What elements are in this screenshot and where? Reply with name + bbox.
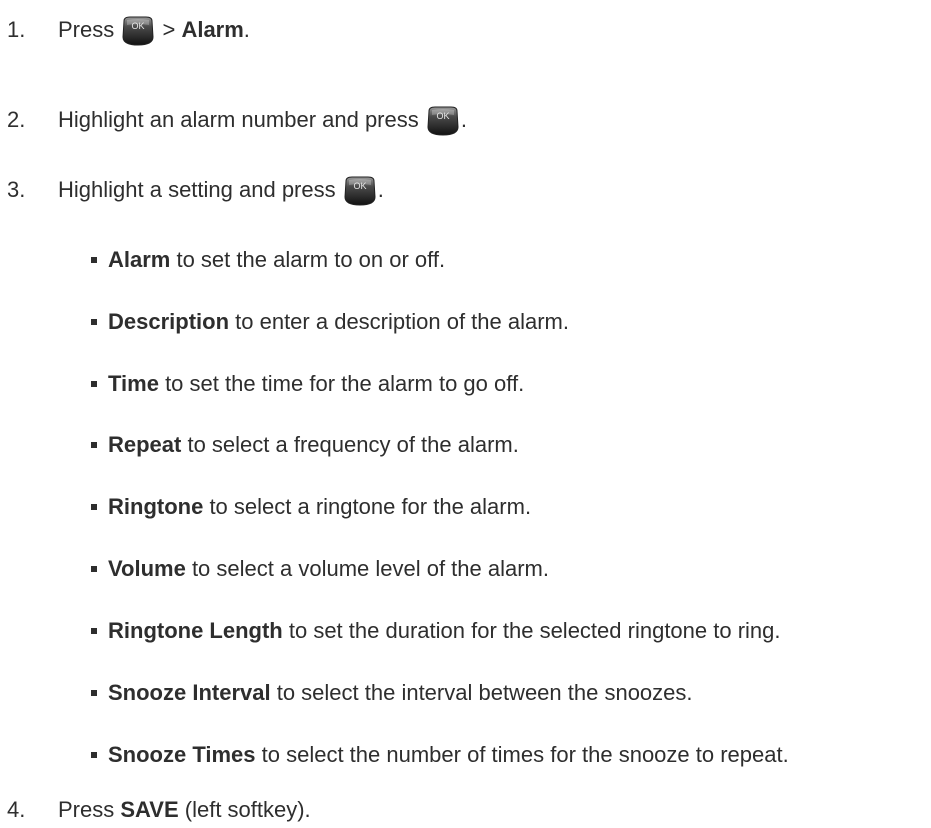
setting-desc: to enter a description of the alarm. <box>229 309 569 334</box>
punctuation: . <box>460 107 467 132</box>
setting-term: Volume <box>108 556 186 581</box>
softkey-save: SAVE <box>120 797 179 822</box>
ok-key-icon <box>342 175 378 207</box>
setting-desc: to set the time for the alarm to go off. <box>158 371 525 396</box>
setting-desc: to select the interval between the snooz… <box>270 680 693 705</box>
setting-term: Time <box>108 371 159 396</box>
step-number: 3. <box>7 177 26 202</box>
separator: > <box>156 17 182 42</box>
setting-desc: to select the number of times for the sn… <box>255 742 789 767</box>
setting-desc: to select a ringtone for the alarm. <box>203 494 532 519</box>
ok-key-icon <box>120 15 156 47</box>
menu-item-alarm: Alarm <box>181 17 244 42</box>
step-text: Press <box>58 17 121 42</box>
bullet-icon <box>91 690 97 696</box>
setting-term: Ringtone <box>108 494 204 519</box>
bullet-icon <box>91 628 97 634</box>
punctuation: . <box>377 177 384 202</box>
step-text: Press <box>58 797 121 822</box>
bullet-icon <box>91 442 97 448</box>
setting-desc: to select a volume level of the alarm. <box>185 556 549 581</box>
bullet-icon <box>91 319 97 325</box>
setting-desc: to select a frequency of the alarm. <box>181 432 519 457</box>
step-text-end: (left softkey). <box>178 797 311 822</box>
step-text: Highlight a setting and press <box>58 177 342 202</box>
bullet-icon <box>91 566 97 572</box>
setting-term: Repeat <box>108 432 182 457</box>
bullet-icon <box>91 752 97 758</box>
step-text: Highlight an alarm number and press <box>58 107 425 132</box>
setting-term: Description <box>108 309 230 334</box>
setting-term: Ringtone Length <box>108 618 283 643</box>
setting-term: Snooze Times <box>108 742 256 767</box>
ok-key-icon <box>425 105 461 137</box>
bullet-icon <box>91 504 97 510</box>
step-number: 4. <box>7 797 26 822</box>
setting-term: Snooze Interval <box>108 680 271 705</box>
bullet-icon <box>91 257 97 263</box>
setting-desc: to set the alarm to on or off. <box>170 247 446 272</box>
step-number: 1. <box>7 17 26 42</box>
setting-term: Alarm <box>108 247 171 272</box>
bullet-icon <box>91 381 97 387</box>
punctuation: . <box>243 17 250 42</box>
step-number: 2. <box>7 107 26 132</box>
setting-desc: to set the duration for the selected rin… <box>282 618 781 643</box>
